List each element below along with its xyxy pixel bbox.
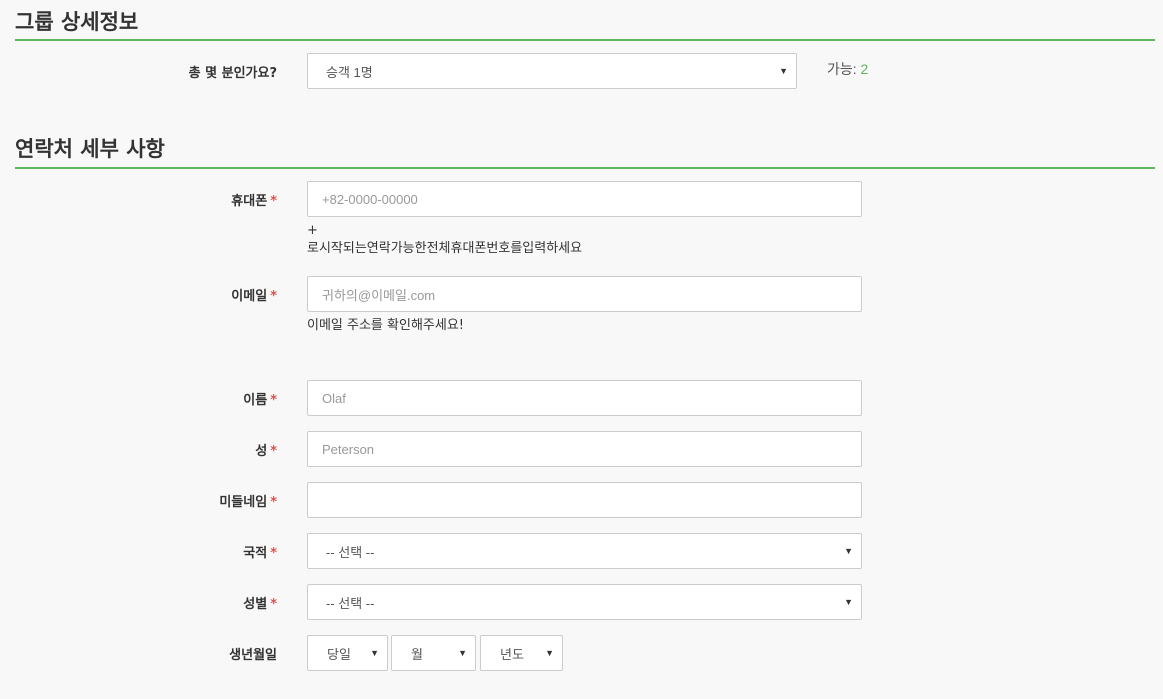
nationality-label: 국적 *: [243, 542, 277, 561]
group-details-header: 그룹 상세정보: [15, 4, 1155, 41]
group-details-title: 그룹 상세정보: [15, 10, 139, 34]
middle-name-input[interactable]: [307, 482, 862, 518]
first-name-placeholder: Olaf: [322, 390, 346, 406]
first-name-label: 이름 *: [243, 389, 277, 408]
email-label: 이메일 *: [231, 285, 277, 304]
email-input[interactable]: 귀하의@이메일.com: [307, 276, 862, 312]
chevron-down-icon: ▼: [844, 546, 853, 556]
required-mark: *: [270, 495, 277, 510]
required-mark: *: [270, 597, 277, 612]
required-mark: *: [270, 444, 277, 459]
required-mark: *: [270, 546, 277, 561]
chevron-down-icon: ▼: [370, 648, 379, 658]
chevron-down-icon: ▼: [844, 597, 853, 607]
passengers-select[interactable]: 승객 1명 ▼: [307, 53, 797, 89]
email-label-text: 이메일: [231, 289, 268, 304]
chevron-down-icon: ▼: [779, 66, 788, 76]
first-name-label-text: 이름: [243, 393, 268, 408]
last-name-label-text: 성: [255, 444, 268, 459]
birth-day-select[interactable]: 당일 ▼: [307, 635, 388, 671]
phone-label-text: 휴대폰: [231, 194, 268, 209]
required-mark: *: [270, 194, 277, 209]
phone-placeholder: +82-0000-00000: [322, 191, 418, 207]
phone-help-line2: 로시작되는연락가능한전체휴대폰번호를입력하세요: [307, 241, 583, 256]
nationality-label-text: 국적: [243, 546, 268, 561]
phone-help-text: + 로시작되는연락가능한전체휴대폰번호를입력하세요: [307, 222, 582, 258]
phone-input[interactable]: +82-0000-00000: [307, 181, 862, 217]
last-name-label: 성 *: [255, 440, 277, 459]
middle-name-label: 미들네임 *: [219, 491, 277, 510]
email-help-text: 이메일 주소를 확인해주세요!: [307, 318, 464, 333]
gender-select-value: -- 선택 --: [326, 595, 375, 611]
birth-year-select[interactable]: 년도 ▼: [480, 635, 563, 671]
availability-label: 가능:: [827, 61, 857, 77]
middle-name-label-text: 미들네임: [219, 495, 268, 510]
required-mark: *: [270, 393, 277, 408]
nationality-select[interactable]: -- 선택 -- ▼: [307, 533, 862, 569]
email-placeholder: 귀하의@이메일.com: [322, 287, 436, 303]
phone-help-line1: +: [307, 223, 318, 238]
birth-year-value: 년도: [500, 646, 524, 662]
booking-form-page: 그룹 상세정보 총 몇 분인가요? 승객 1명 ▼ 가능: 2 연락처 세부 사…: [0, 0, 1163, 699]
contact-details-title: 연락처 세부 사항: [15, 137, 165, 161]
contact-details-header: 연락처 세부 사항: [15, 132, 1155, 169]
gender-label: 성별 *: [243, 593, 277, 612]
last-name-input[interactable]: Peterson: [307, 431, 862, 467]
gender-select[interactable]: -- 선택 -- ▼: [307, 584, 862, 620]
passengers-select-value: 승객 1명: [326, 64, 373, 80]
nationality-select-value: -- 선택 --: [326, 544, 375, 560]
birth-month-value: 월: [411, 646, 423, 662]
required-mark: *: [270, 289, 277, 304]
last-name-placeholder: Peterson: [322, 441, 375, 457]
chevron-down-icon: ▼: [545, 648, 554, 658]
birthdate-label: 생년월일: [229, 648, 277, 663]
birth-month-select[interactable]: 월 ▼: [391, 635, 476, 671]
chevron-down-icon: ▼: [458, 648, 467, 658]
first-name-input[interactable]: Olaf: [307, 380, 862, 416]
availability-count: 2: [860, 61, 869, 77]
passengers-label: 총 몇 분인가요?: [188, 66, 277, 81]
availability-text: 가능: 2: [827, 59, 868, 79]
phone-label: 휴대폰 *: [231, 190, 277, 209]
gender-label-text: 성별: [243, 597, 268, 612]
birth-day-value: 당일: [327, 646, 351, 662]
